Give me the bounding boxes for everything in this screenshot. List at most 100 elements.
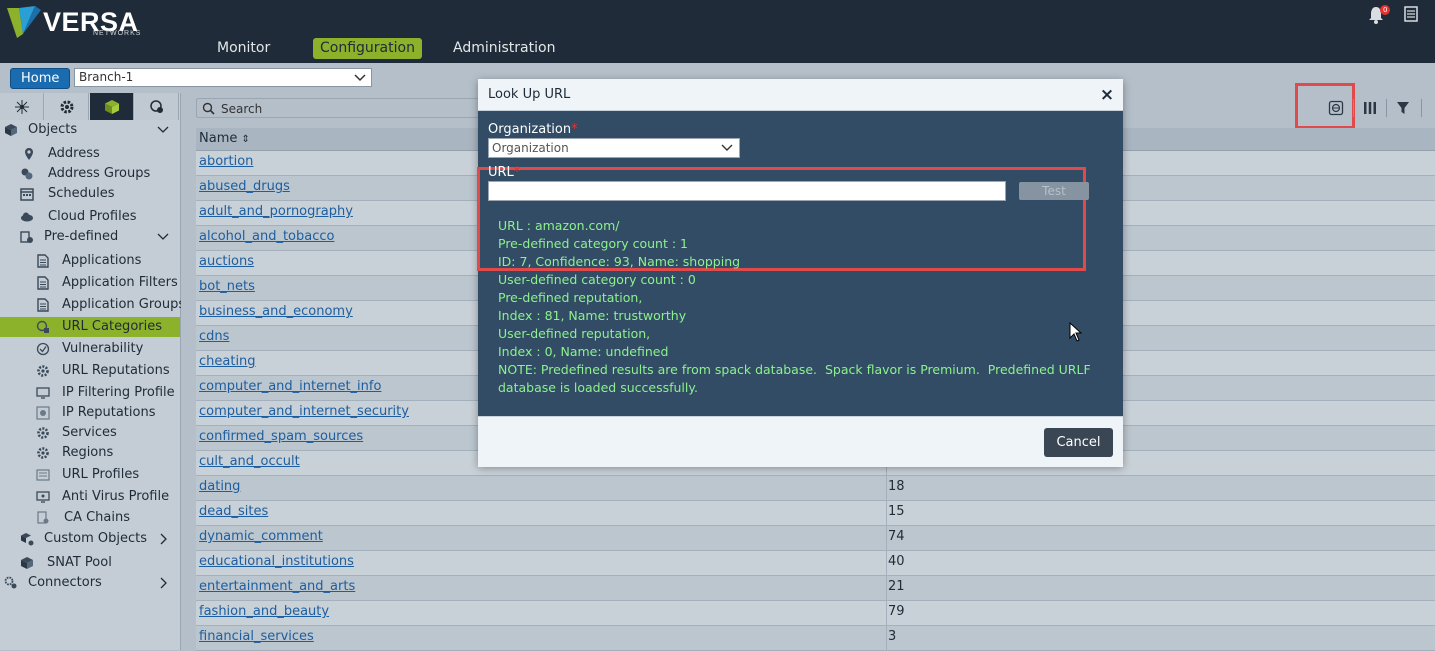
category-name-link[interactable]: dead_sites [199, 504, 268, 519]
sidebar-item-connectors[interactable]: Connectors [0, 573, 180, 593]
sidebar-item-label: SNAT Pool [47, 555, 112, 570]
category-name-link[interactable]: confirmed_spam_sources [199, 429, 363, 444]
columns-icon[interactable] [1362, 100, 1378, 116]
sidebar-item-pre-defined[interactable]: Pre-defined [0, 227, 180, 247]
table-row[interactable]: educational_institutions 40 [196, 551, 1435, 576]
search-box[interactable] [196, 98, 491, 118]
versa-logo[interactable]: VERSA NETWORKS [5, 4, 140, 44]
category-name-link[interactable]: auctions [199, 254, 254, 269]
calendar-icon [20, 188, 34, 201]
tab-objects[interactable] [90, 93, 134, 120]
category-value: 74 [888, 529, 905, 544]
monitor-icon [36, 387, 50, 399]
tree-objects-label: Objects [28, 122, 78, 137]
category-name-link[interactable]: adult_and_pornography [199, 204, 353, 219]
result-line: Index : 0, Name: undefined [498, 344, 669, 359]
category-name-link[interactable]: bot_nets [199, 279, 255, 294]
result-line: Pre-defined reputation, [498, 290, 643, 305]
table-row[interactable]: dead_sites 15 [196, 501, 1435, 526]
result-line: User-defined reputation, [498, 326, 651, 341]
chevron-down-icon[interactable] [157, 231, 169, 243]
home-button[interactable]: Home [10, 68, 71, 89]
tab-networking[interactable] [0, 93, 44, 120]
category-name-link[interactable]: computer_and_internet_security [199, 404, 409, 419]
table-row[interactable]: financial_services 3 [196, 626, 1435, 651]
test-button[interactable]: Test [1019, 182, 1089, 200]
category-name-link[interactable]: educational_institutions [199, 554, 354, 569]
sidebar-item-services[interactable]: Services [0, 423, 180, 443]
category-name-link[interactable]: financial_services [199, 629, 314, 644]
sidebar-item-address[interactable]: Address [0, 144, 180, 164]
sidebar-item-application-groups[interactable]: Application Groups [0, 295, 185, 315]
gear-icon [37, 365, 49, 377]
sidebar-item-ip-filtering-profile[interactable]: IP Filtering Profile [0, 383, 180, 403]
sidebar-item-url-reputations[interactable]: URL Reputations [0, 361, 180, 381]
url-input[interactable] [488, 181, 1006, 201]
column-divider [886, 626, 887, 651]
organization-label-text: Organization [488, 122, 572, 137]
sidebar-item-address-groups[interactable]: Address Groups [0, 164, 180, 184]
column-header-name[interactable]: Name ⇕ [196, 128, 250, 150]
table-row[interactable]: fashion_and_beauty 79 [196, 601, 1435, 626]
sidebar-item-url-categories[interactable]: URL Categories [0, 317, 180, 337]
category-name-link[interactable]: cheating [199, 354, 256, 369]
tasks-icon[interactable] [1403, 6, 1419, 22]
sidebar-item-url-profiles[interactable]: URL Profiles [0, 465, 180, 485]
sidebar-item-regions[interactable]: Regions [0, 443, 180, 463]
category-name-link[interactable]: computer_and_internet_info [199, 379, 381, 394]
category-name-link[interactable]: alcohol_and_tobacco [199, 229, 334, 244]
chevron-right-icon[interactable] [158, 577, 170, 589]
sidebar-item-label: Vulnerability [62, 341, 144, 356]
sidebar-item-application-filters[interactable]: Application Filters [0, 273, 180, 293]
sidebar-item-anti-virus-profile[interactable]: Anti Virus Profile [0, 487, 180, 507]
category-name-link[interactable]: cult_and_occult [199, 454, 300, 469]
sidebar-item-label: Connectors [28, 575, 102, 590]
tree-objects[interactable]: Objects [0, 120, 180, 140]
table-row[interactable]: entertainment_and_arts 21 [196, 576, 1435, 601]
category-name-link[interactable]: entertainment_and_arts [199, 579, 355, 594]
category-name-link[interactable]: cdns [199, 329, 229, 344]
sidebar-item-snat-pool[interactable]: SNAT Pool [0, 553, 180, 573]
sidebar-item-applications[interactable]: Applications [0, 251, 180, 271]
category-name-link[interactable]: abortion [199, 154, 253, 169]
nav-administration[interactable]: Administration [446, 38, 562, 59]
nav-configuration[interactable]: Configuration [313, 38, 422, 59]
search-input[interactable] [219, 100, 483, 118]
predefined-icon [20, 231, 33, 243]
sidebar-item-label: URL Profiles [62, 467, 140, 482]
category-name-link[interactable]: dating [199, 479, 240, 494]
filter-icon[interactable] [1395, 100, 1411, 116]
url-lookup-icon[interactable] [1328, 100, 1344, 116]
sidebar-item-cloud-profiles[interactable]: Cloud Profiles [0, 207, 180, 227]
nav-monitor[interactable]: Monitor [210, 38, 277, 59]
document-icon [37, 298, 49, 312]
tab-services[interactable] [45, 93, 89, 120]
organization-select[interactable]: Organization [488, 138, 740, 158]
cancel-button[interactable]: Cancel [1044, 428, 1113, 457]
sidebar-item-vulnerability[interactable]: Vulnerability [0, 339, 180, 359]
column-header-label: Name [199, 131, 238, 146]
sidebar-item-custom-objects[interactable]: Custom Objects [0, 529, 180, 549]
sidebar-item-schedules[interactable]: Schedules [0, 184, 180, 204]
category-name-link[interactable]: dynamic_comment [199, 529, 323, 544]
sidebar-item-label: URL Reputations [62, 363, 170, 378]
sidebar-item-ip-reputations[interactable]: IP Reputations [0, 403, 180, 423]
sidebar-item-ca-chains[interactable]: CA Chains [0, 508, 180, 528]
cube-icon [104, 99, 119, 114]
lookup-url-dialog: Look Up URL × Organization* Organization… [477, 79, 1123, 467]
close-icon[interactable]: × [1098, 86, 1116, 104]
category-name-link[interactable]: abused_drugs [199, 179, 290, 194]
top-header: VERSA NETWORKS Monitor Configuration Adm… [0, 0, 1435, 63]
appliance-select-value: Branch-1 [79, 70, 134, 84]
table-row[interactable]: dating 18 [196, 476, 1435, 501]
tab-others[interactable] [135, 93, 179, 120]
dialog-footer: Cancel [478, 416, 1123, 467]
sort-icon[interactable]: ⇕ [242, 134, 250, 145]
chevron-right-icon[interactable] [158, 533, 170, 545]
table-row[interactable]: dynamic_comment 74 [196, 526, 1435, 551]
category-name-link[interactable]: fashion_and_beauty [199, 604, 329, 619]
chevron-down-icon[interactable] [157, 124, 169, 136]
network-icon [14, 99, 29, 114]
appliance-select[interactable]: Branch-1 [74, 68, 372, 87]
category-name-link[interactable]: business_and_economy [199, 304, 353, 319]
